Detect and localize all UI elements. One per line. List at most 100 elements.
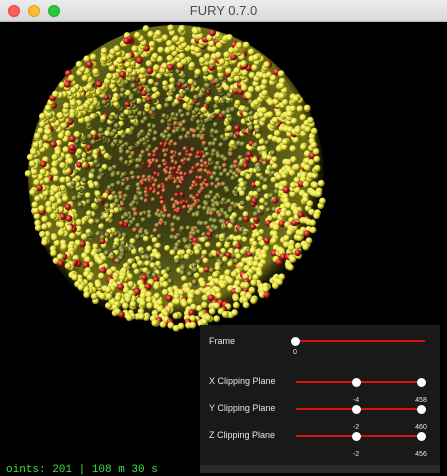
particle bbox=[276, 278, 283, 286]
particle bbox=[148, 160, 154, 166]
particle bbox=[155, 242, 161, 249]
particle bbox=[179, 171, 184, 176]
particle bbox=[243, 215, 250, 222]
particle bbox=[129, 300, 137, 308]
particle bbox=[128, 159, 134, 165]
particle bbox=[213, 315, 221, 323]
particle bbox=[157, 184, 162, 189]
x-clipping-track[interactable] bbox=[296, 381, 426, 383]
particle bbox=[122, 302, 129, 310]
particle bbox=[173, 298, 181, 305]
particle bbox=[224, 242, 231, 249]
particle bbox=[227, 260, 234, 267]
particle bbox=[41, 215, 49, 223]
particle bbox=[125, 149, 131, 155]
particle bbox=[39, 120, 46, 128]
particle bbox=[124, 101, 131, 108]
particle bbox=[239, 190, 245, 197]
particle bbox=[319, 197, 326, 205]
particle bbox=[129, 202, 135, 208]
particle bbox=[97, 258, 104, 265]
x-clipping-min-handle[interactable] bbox=[351, 378, 361, 387]
particle bbox=[172, 165, 177, 171]
particle bbox=[181, 300, 188, 308]
particle bbox=[77, 201, 84, 208]
y-clipping-min-value: -2 bbox=[352, 424, 360, 431]
particle bbox=[161, 113, 167, 119]
particle bbox=[202, 257, 209, 264]
particle bbox=[250, 297, 257, 304]
particle bbox=[139, 129, 145, 135]
particle bbox=[138, 313, 145, 320]
particle bbox=[71, 195, 78, 202]
particle bbox=[44, 104, 52, 112]
z-clipping-min-handle[interactable] bbox=[351, 432, 361, 441]
particle bbox=[137, 260, 144, 267]
particle bbox=[159, 321, 167, 328]
particle bbox=[303, 230, 311, 238]
particle bbox=[140, 149, 146, 155]
particle bbox=[107, 166, 114, 173]
z-clipping-max-handle[interactable] bbox=[416, 432, 426, 441]
particle bbox=[182, 102, 189, 109]
particle bbox=[183, 171, 188, 177]
particle bbox=[154, 222, 160, 228]
particle bbox=[133, 211, 139, 217]
particle bbox=[207, 74, 215, 82]
particle bbox=[161, 134, 168, 140]
particle bbox=[151, 93, 158, 100]
particle bbox=[172, 312, 180, 320]
particle bbox=[143, 189, 149, 195]
particle bbox=[219, 282, 227, 289]
particle bbox=[242, 230, 249, 237]
particle bbox=[65, 215, 73, 222]
particle bbox=[139, 249, 146, 256]
particle bbox=[290, 156, 297, 163]
particle bbox=[105, 293, 113, 300]
particle bbox=[196, 304, 203, 312]
y-clipping-max-handle[interactable] bbox=[416, 405, 426, 414]
particle bbox=[302, 243, 310, 251]
frame-slider-track[interactable] bbox=[295, 340, 425, 342]
particle bbox=[232, 301, 240, 309]
particle bbox=[159, 200, 165, 205]
y-clipping-min-handle[interactable] bbox=[351, 405, 361, 414]
x-clipping-max-handle[interactable] bbox=[416, 378, 426, 387]
particle bbox=[212, 271, 220, 279]
particle bbox=[165, 294, 173, 302]
particle bbox=[142, 25, 150, 32]
particle bbox=[173, 235, 179, 241]
particle bbox=[76, 161, 83, 168]
particle bbox=[137, 85, 144, 92]
particle bbox=[138, 229, 144, 235]
particle bbox=[119, 87, 126, 94]
particle bbox=[205, 182, 210, 188]
particle bbox=[211, 148, 217, 154]
particle bbox=[87, 133, 93, 140]
particle bbox=[265, 207, 272, 214]
particle bbox=[128, 95, 135, 102]
particle bbox=[179, 270, 186, 276]
particle bbox=[100, 55, 108, 63]
particle bbox=[150, 106, 157, 113]
frame-slider-handle[interactable] bbox=[290, 337, 300, 346]
particle bbox=[92, 68, 99, 75]
particle bbox=[239, 141, 246, 148]
particle bbox=[227, 207, 234, 214]
particle bbox=[208, 307, 216, 315]
particle bbox=[262, 177, 269, 184]
particle bbox=[286, 229, 294, 236]
z-clipping-label: Z Clipping Plane bbox=[209, 430, 276, 440]
particle bbox=[204, 151, 211, 157]
particle bbox=[309, 219, 317, 227]
particle bbox=[201, 140, 207, 146]
particle bbox=[118, 220, 125, 227]
y-clipping-track[interactable] bbox=[296, 408, 426, 410]
particle bbox=[159, 195, 165, 201]
particle bbox=[212, 195, 219, 201]
z-clipping-track[interactable] bbox=[296, 435, 426, 437]
particle bbox=[234, 125, 241, 131]
particle bbox=[151, 319, 159, 327]
particle bbox=[213, 165, 219, 171]
particle bbox=[221, 310, 229, 318]
